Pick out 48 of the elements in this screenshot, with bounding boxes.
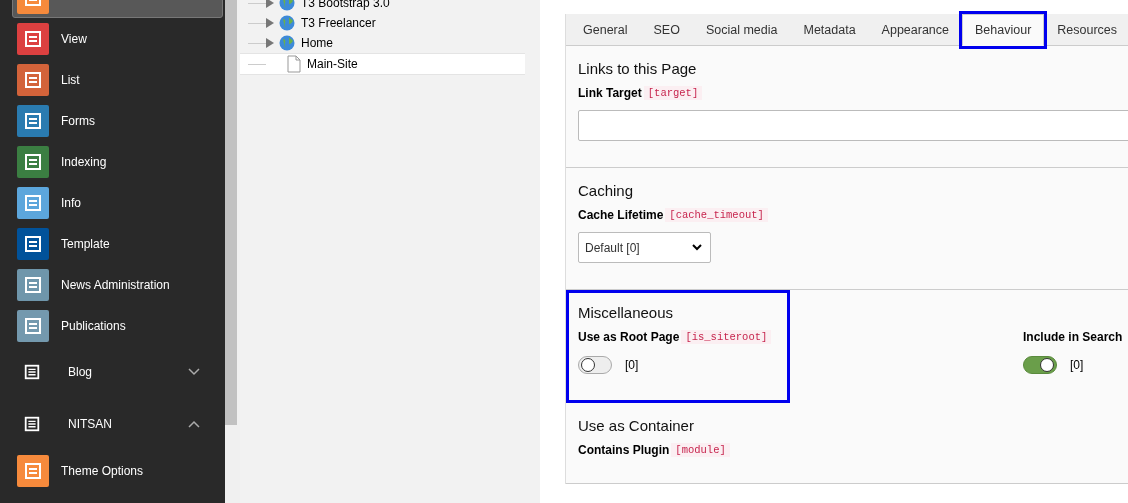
module-menu-item[interactable]: List: [12, 59, 223, 100]
group-icon: [23, 415, 41, 433]
field-name-code: [cache_timeout]: [665, 208, 768, 222]
module-menu-item[interactable]: Indexing: [12, 141, 223, 182]
tab[interactable]: Behaviour: [962, 14, 1045, 46]
module-menu-item[interactable]: Info: [12, 182, 223, 223]
globe-icon: [279, 15, 295, 31]
toggle-switch[interactable]: [578, 356, 612, 374]
field-label: Cache Lifetime: [578, 208, 664, 222]
tree-node[interactable]: T3 Freelancer: [240, 13, 525, 33]
tab[interactable]: Resources: [1044, 14, 1128, 45]
menu-group-header[interactable]: Blog: [12, 346, 223, 398]
module-menu-item[interactable]: Publications: [12, 305, 223, 346]
chevron-down-icon: [692, 244, 702, 251]
tab[interactable]: General: [570, 14, 641, 45]
tree-node[interactable]: Main-Site: [240, 53, 525, 75]
section-title: Miscellaneous: [578, 304, 675, 321]
globe-icon: [279, 35, 295, 51]
page-icon: [287, 55, 301, 73]
section-title: Use as Container: [578, 417, 695, 434]
expand-arrow-icon[interactable]: [266, 0, 274, 8]
module-menu-item[interactable]: News Administration: [12, 264, 223, 305]
module-menu-item[interactable]: Template: [12, 223, 223, 264]
field-name-code: [target]: [643, 86, 703, 100]
section-title: Caching: [578, 182, 635, 199]
module-menu-item[interactable]: View: [12, 18, 223, 59]
field-label: Contains Plugin: [578, 443, 670, 457]
tab[interactable]: Social media: [692, 14, 791, 45]
module-menu-item[interactable]: Theme Options: [12, 450, 223, 491]
input-field[interactable]: [578, 110, 1128, 141]
field-name-code: [is_siteroot]: [681, 330, 772, 344]
toggle-value: [0]: [1070, 358, 1084, 372]
menu-group-header[interactable]: NITSAN: [12, 398, 223, 450]
section-title: Links to this Page: [578, 60, 698, 77]
tree-node[interactable]: Home: [240, 33, 525, 53]
field-label: Use as Root Page: [578, 330, 680, 344]
field-label: Include in Search: [1023, 330, 1123, 344]
select-dropdown[interactable]: Default [0]: [578, 232, 711, 263]
scrollbar[interactable]: [225, 0, 240, 503]
group-icon: [23, 363, 41, 381]
field-label: Link Target: [578, 86, 642, 100]
tab[interactable]: Metadata: [790, 14, 869, 45]
tab[interactable]: SEO: [640, 14, 693, 45]
field-name-code: [module]: [671, 443, 730, 457]
module-menu-item[interactable]: Forms: [12, 100, 223, 141]
toggle-switch[interactable]: [1023, 356, 1057, 374]
toggle-value: [0]: [625, 358, 639, 372]
tab[interactable]: Appearance: [868, 14, 962, 45]
